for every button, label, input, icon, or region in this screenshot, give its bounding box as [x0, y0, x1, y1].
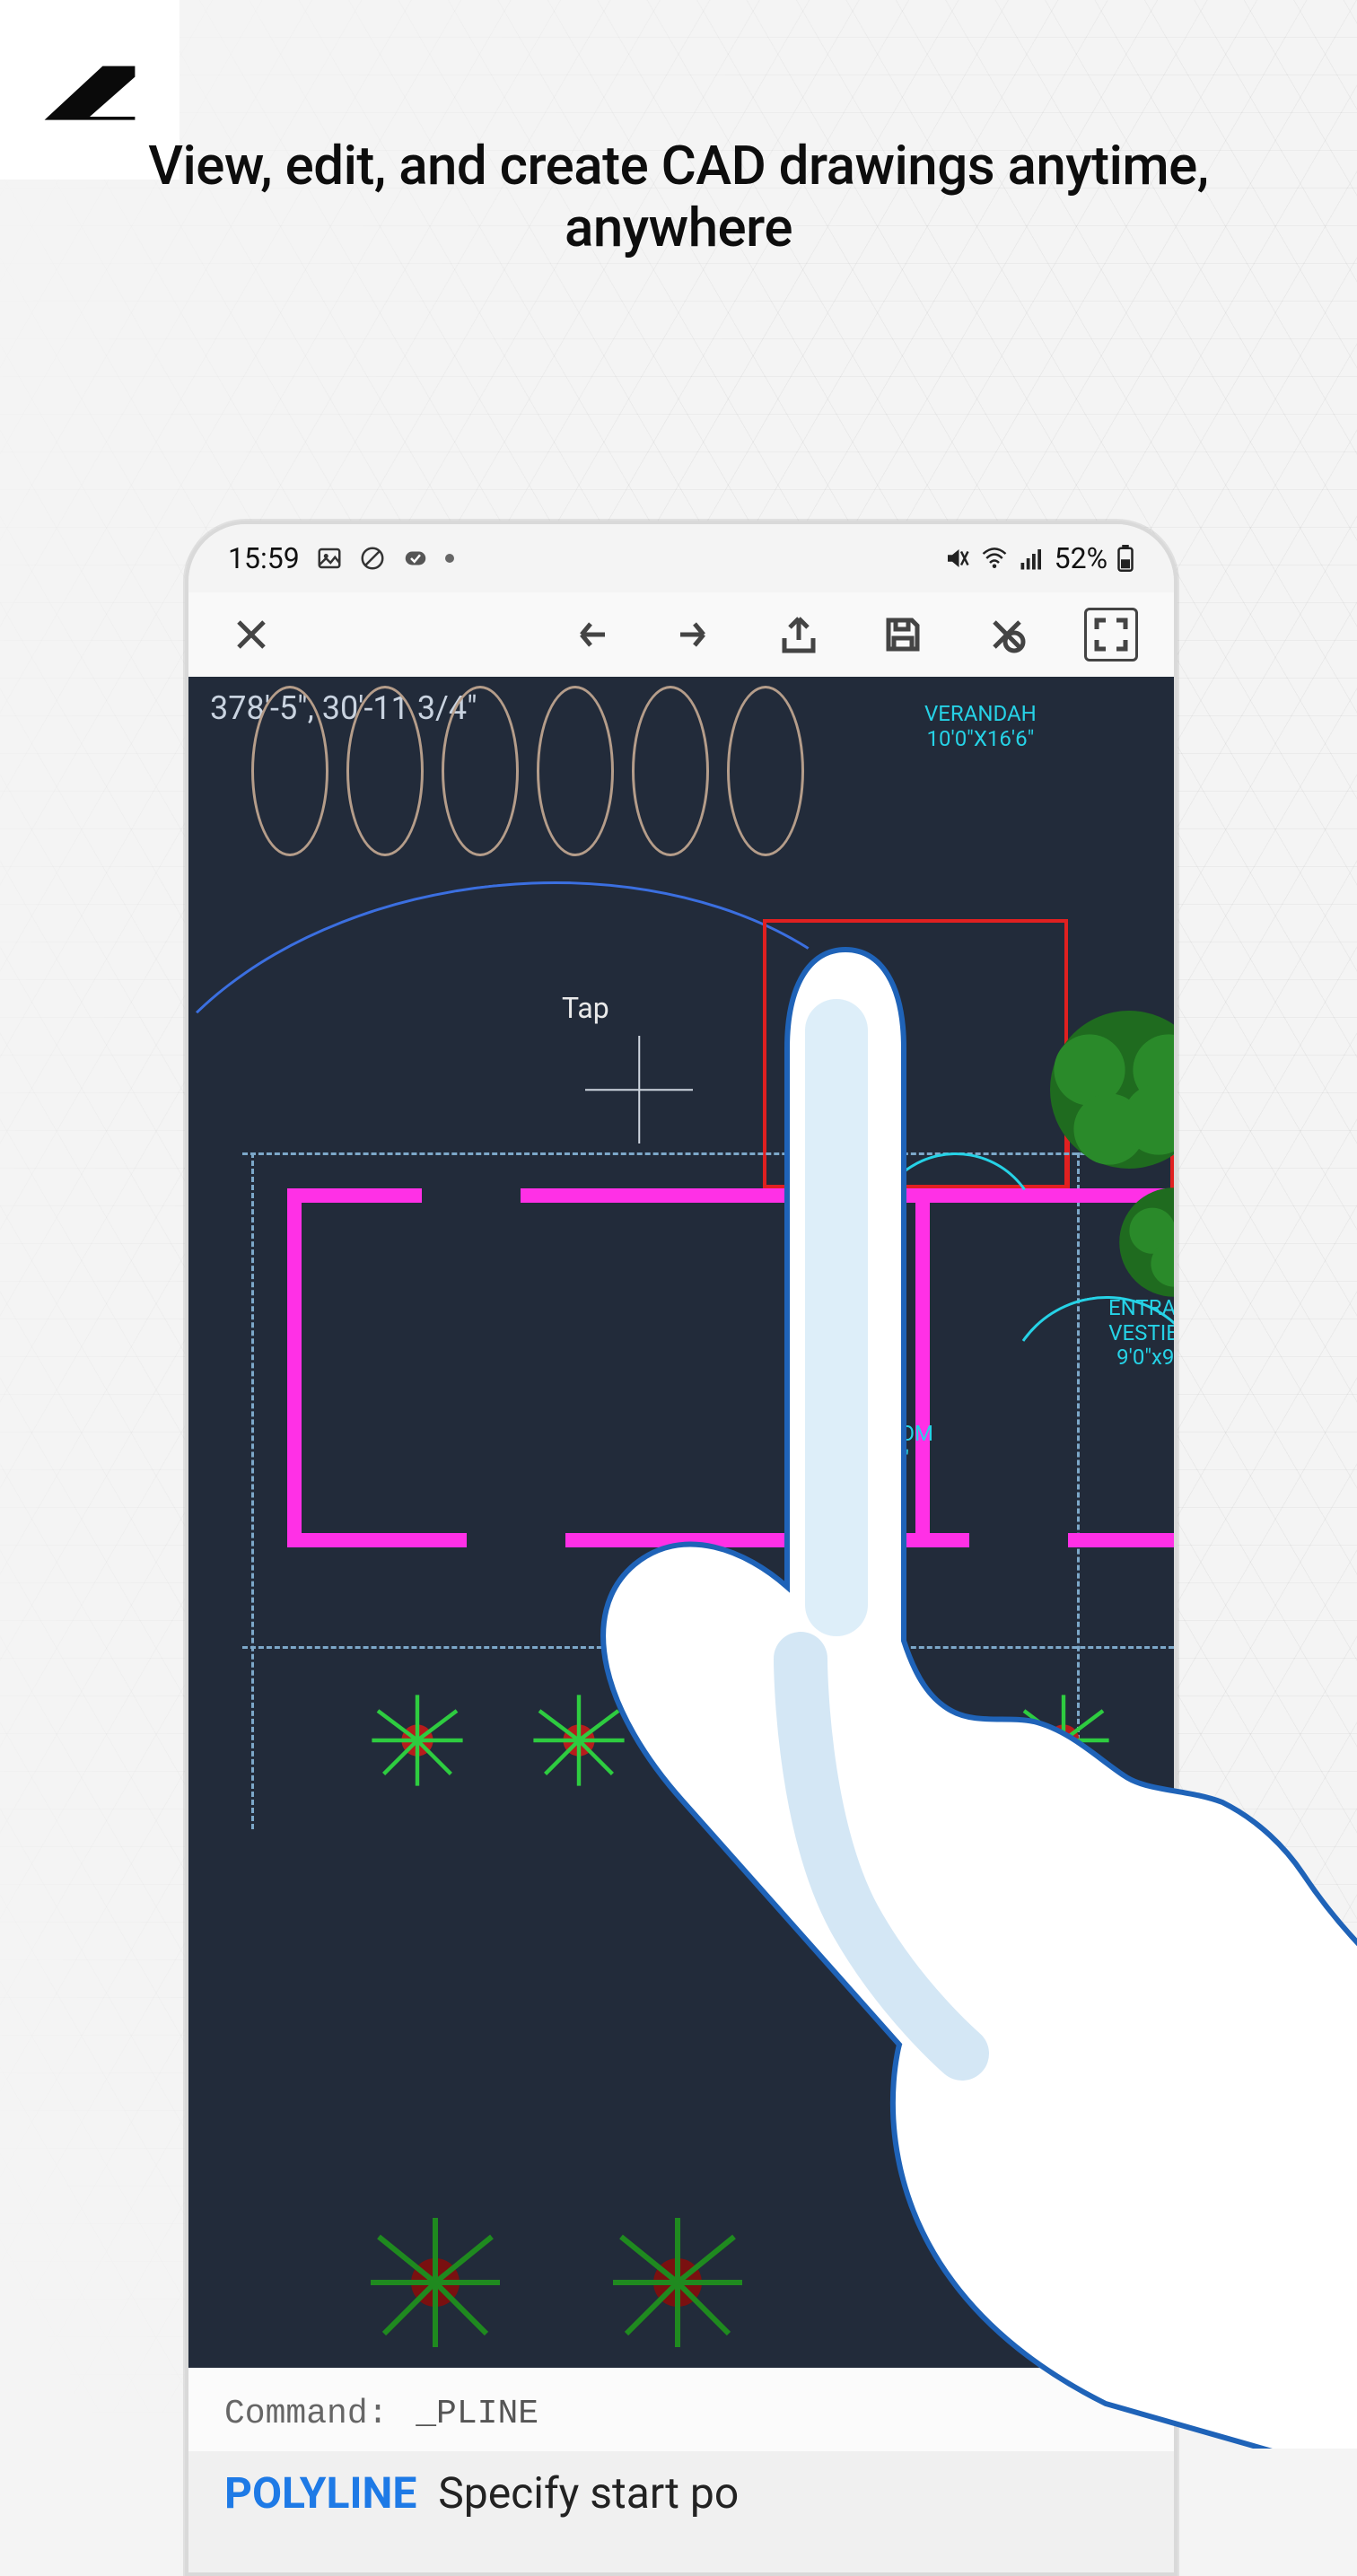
shrub-row-bottom — [368, 2215, 745, 2350]
command-label: Command: — [224, 2395, 388, 2433]
measure-icon — [985, 613, 1029, 656]
cad-canvas[interactable]: 378'-5", 30'-11 3/4" VERANDAH 10'0"X16'6… — [188, 677, 1174, 2368]
tree-symbol — [1102, 1170, 1174, 1314]
app-toolbar — [188, 592, 1174, 677]
close-button[interactable] — [224, 608, 278, 662]
phone-mockup: 15:59 52% — [185, 521, 1178, 2576]
save-button[interactable] — [876, 608, 930, 662]
red-outline-1 — [763, 919, 1068, 1188]
page-headline: View, edit, and create CAD drawings anyt… — [0, 135, 1357, 258]
expand-button[interactable] — [1084, 608, 1138, 662]
command-prompt-text: Specify start po — [438, 2467, 739, 2519]
badge-icon — [402, 545, 429, 572]
verandah-label: VERANDAH 10'0"X16'6" — [924, 702, 1037, 751]
tree-ellipses — [251, 686, 804, 856]
redo-button[interactable] — [668, 608, 722, 662]
dashed-guide — [242, 1646, 1174, 1649]
shrub-row — [368, 1691, 1113, 1790]
undo-button[interactable] — [564, 608, 617, 662]
expand-icon — [1090, 613, 1133, 656]
tap-label: Tap — [562, 991, 609, 1025]
measure-button[interactable] — [980, 608, 1034, 662]
device-statusbar: 15:59 52% — [188, 524, 1174, 592]
signal-icon — [1019, 545, 1046, 572]
battery-icon — [1116, 545, 1134, 572]
autodesk-logo-icon — [36, 36, 144, 144]
tree-symbol — [1030, 991, 1174, 1188]
active-command: POLYLINE — [224, 2467, 416, 2519]
dashed-guide — [251, 1152, 254, 1829]
share-button[interactable] — [772, 608, 826, 662]
share-icon — [777, 613, 820, 656]
close-icon — [230, 613, 273, 656]
undo-icon — [569, 613, 612, 656]
blocked-icon — [359, 545, 386, 572]
command-prompt[interactable]: POLYLINE Specify start po — [188, 2451, 1174, 2572]
mute-icon — [943, 545, 970, 572]
living-room-label: VING ROOM 5'0"x15'0" — [817, 1422, 933, 1471]
battery-percent: 52% — [1055, 541, 1107, 575]
wifi-icon — [979, 545, 1010, 572]
command-value: _PLINE — [416, 2395, 538, 2433]
clock: 15:59 — [228, 541, 300, 575]
save-icon — [881, 613, 924, 656]
tap-crosshair — [585, 1036, 693, 1143]
redo-icon — [673, 613, 716, 656]
image-icon — [316, 545, 343, 572]
notification-dot — [445, 554, 454, 563]
command-line[interactable]: Command: _PLINE — [188, 2368, 1174, 2451]
